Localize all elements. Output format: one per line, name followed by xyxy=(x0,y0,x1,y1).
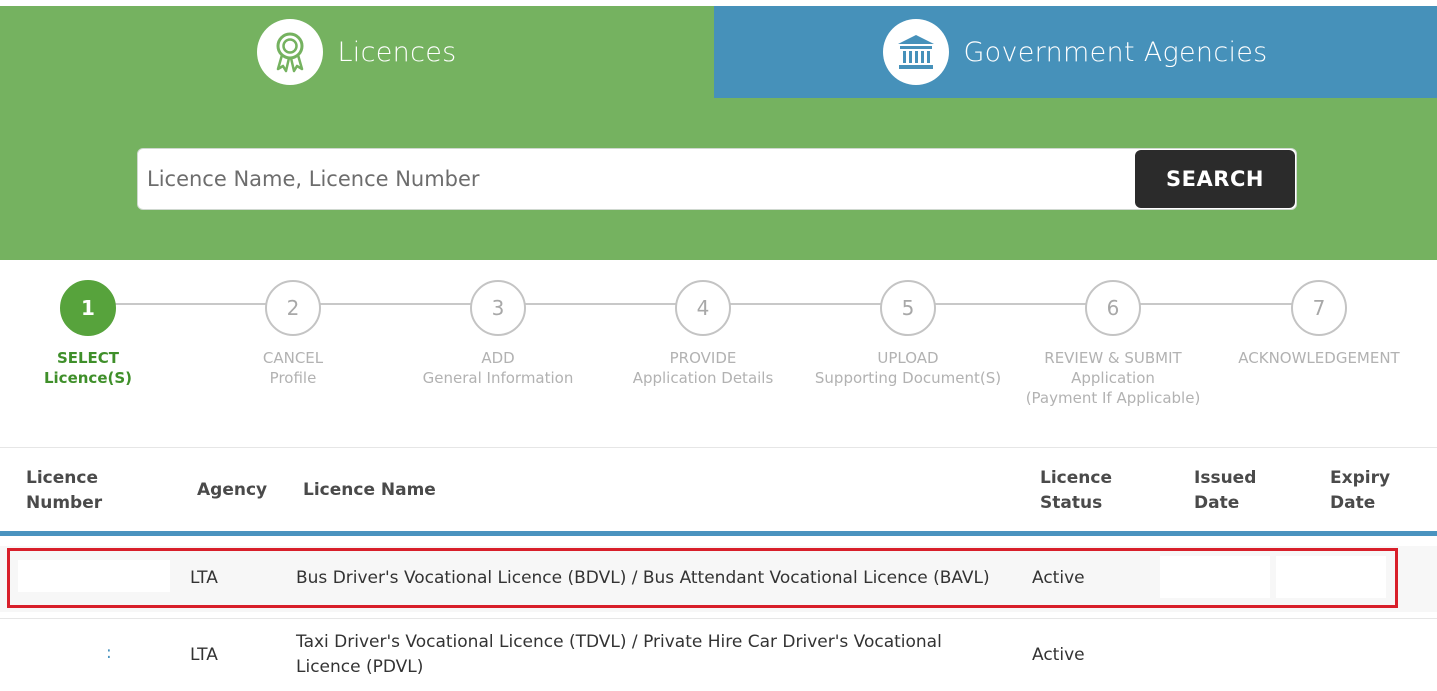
header-agency[interactable]: Agency xyxy=(197,478,267,503)
header-expiry-date[interactable]: Expiry Date xyxy=(1330,466,1390,516)
step-7-acknowledgement: 7 ACKNOWLEDGEMENT xyxy=(1219,280,1419,368)
step-title: SELECT xyxy=(56,349,120,367)
step-5-upload-supporting-documents: 5 UPLOAD Supporting Document(S) xyxy=(808,280,1008,388)
search-box: SEARCH xyxy=(137,148,1297,210)
step-subtitle: General Information xyxy=(422,369,574,387)
licence-table: Licence Number Agency Licence Name Licen… xyxy=(0,447,1437,691)
step-number-circle: 6 xyxy=(1085,280,1141,336)
step-3-add-general-information: 3 ADD General Information xyxy=(398,280,598,388)
step-number-circle: 4 xyxy=(675,280,731,336)
step-subtitle: Application xyxy=(1071,369,1155,387)
header-licence-name[interactable]: Licence Name xyxy=(303,478,436,503)
search-button[interactable]: SEARCH xyxy=(1135,150,1295,208)
header-licence-status[interactable]: Licence Status xyxy=(1040,466,1112,516)
tab-licences[interactable]: Licences xyxy=(0,6,714,98)
category-tabs: Licences Government Agencies xyxy=(0,6,1437,98)
step-title: CANCEL xyxy=(262,349,324,367)
selected-row-highlight xyxy=(7,548,1398,608)
step-6-review-submit: 6 REVIEW & SUBMIT Application (Payment I… xyxy=(1013,280,1213,408)
step-number-circle: 5 xyxy=(880,280,936,336)
step-title: ACKNOWLEDGEMENT xyxy=(1238,349,1400,367)
step-title: REVIEW & SUBMIT xyxy=(1044,349,1182,367)
step-title: ADD xyxy=(481,349,515,367)
cell-licence-name: Taxi Driver's Vocational Licence (TDVL) … xyxy=(296,632,942,677)
step-number-circle: 1 xyxy=(60,280,116,336)
ribbon-award-icon xyxy=(257,19,324,85)
government-building-icon xyxy=(883,19,950,85)
table-header: Licence Number Agency Licence Name Licen… xyxy=(0,448,1437,536)
search-section: SEARCH xyxy=(0,98,1437,260)
cell-agency: LTA xyxy=(190,645,218,665)
table-row[interactable]: : LTA Taxi Driver's Vocational Licence (… xyxy=(0,618,1437,691)
step-subtitle-note: (Payment If Applicable) xyxy=(1025,389,1201,407)
progress-stepper: 1 SELECT Licence(S) 2 CANCEL Profile 3 A… xyxy=(0,260,1437,440)
step-number-circle: 3 xyxy=(470,280,526,336)
step-number-circle: 7 xyxy=(1291,280,1347,336)
tab-licences-label: Licences xyxy=(337,36,457,68)
cell-licence-status: Active xyxy=(1032,645,1085,665)
step-subtitle: Application Details xyxy=(632,369,774,387)
step-2-cancel-profile: 2 CANCEL Profile xyxy=(193,280,393,388)
tab-government-agencies[interactable]: Government Agencies xyxy=(714,6,1437,98)
header-issued-date[interactable]: Issued Date xyxy=(1194,466,1256,516)
step-number-circle: 2 xyxy=(265,280,321,336)
step-title: PROVIDE xyxy=(669,349,737,367)
search-input[interactable] xyxy=(138,149,1133,209)
step-subtitle: Supporting Document(S) xyxy=(814,369,1002,387)
header-licence-number[interactable]: Licence Number xyxy=(26,466,102,516)
step-title: UPLOAD xyxy=(877,349,939,367)
tab-government-agencies-label: Government Agencies xyxy=(963,36,1268,68)
cell-licence-number: : xyxy=(106,643,112,663)
step-4-provide-application-details: 4 PROVIDE Application Details xyxy=(603,280,803,388)
step-1-select-licences: 1 SELECT Licence(S) xyxy=(0,280,188,388)
step-subtitle: Profile xyxy=(269,369,317,387)
step-subtitle: Licence(S) xyxy=(43,369,133,387)
